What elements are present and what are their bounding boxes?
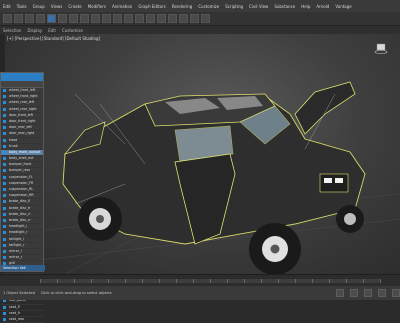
status-bar: 1 Object Selected Click or click-and-dra…: [0, 286, 400, 300]
time-slider-track[interactable]: [40, 279, 381, 283]
explorer-titlebar[interactable]: [1, 73, 43, 81]
ribbon-tab-selection[interactable]: Selection: [3, 28, 21, 33]
vehicle-model[interactable]: [5, 34, 400, 274]
menu-item-vantage[interactable]: Vantage: [335, 4, 351, 9]
main-toolbar: [0, 12, 400, 26]
explorer-item[interactable]: seat_rear: [1, 317, 43, 323]
timeline-tick: [176, 279, 177, 283]
menu-item-tools[interactable]: Tools: [17, 4, 27, 9]
redo-button[interactable]: [14, 14, 23, 23]
snap-toggle-button[interactable]: [113, 14, 122, 23]
render-button[interactable]: [201, 14, 210, 23]
menu-item-help[interactable]: Help: [301, 4, 310, 9]
orbit-button[interactable]: [392, 289, 400, 297]
select-by-name-button[interactable]: [58, 14, 67, 23]
selection-status: 1 Object Selected: [3, 291, 35, 295]
prev-frame-button[interactable]: [350, 289, 358, 297]
timeline-tick: [210, 279, 211, 283]
timeline-tick: [125, 279, 126, 283]
material-editor-button[interactable]: [179, 14, 188, 23]
prompt-hint: Click or click-and-drag to select object…: [40, 291, 112, 295]
timeline-tick: [227, 279, 228, 283]
timeline-tick: [74, 279, 75, 283]
scale-button[interactable]: [102, 14, 111, 23]
play-button[interactable]: [336, 289, 344, 297]
menu-item-substance[interactable]: Substance: [274, 4, 295, 9]
front-wheel: [249, 223, 301, 274]
move-button[interactable]: [80, 14, 89, 23]
timeline-tick: [193, 279, 194, 283]
render-setup-button[interactable]: [190, 14, 199, 23]
rear-wheel: [78, 197, 122, 241]
timeline-tick: [261, 279, 262, 283]
menu-item-graph-editors[interactable]: Graph Editors: [138, 4, 165, 9]
menu-item-arnold[interactable]: Arnold: [316, 4, 329, 9]
ribbon-tab-edit[interactable]: Edit: [48, 28, 56, 33]
timeline-tick: [329, 279, 330, 283]
ribbon-tabs: Selection Display Edit Customize: [0, 26, 400, 34]
timeline-tick: [108, 279, 109, 283]
selection-set-field[interactable]: Selection Set:: [1, 265, 45, 271]
perspective-viewport[interactable]: [+] [Perspective] [Standard] [Default Sh…: [5, 34, 400, 274]
menu-bar: Edit Tools Group Views Create Modifiers Animat…: [0, 0, 400, 12]
timeline-tick: [142, 279, 143, 283]
menu-item-edit[interactable]: Edit: [3, 4, 11, 9]
menu-item-rendering[interactable]: Rendering: [172, 4, 192, 9]
hood-open: [294, 81, 356, 135]
menu-item-civil-view[interactable]: Civil View: [249, 4, 268, 9]
menu-item-scripting[interactable]: Scripting: [225, 4, 243, 9]
timeline-tick: [295, 279, 296, 283]
timeline-tick: [278, 279, 279, 283]
curve-editor-button[interactable]: [168, 14, 177, 23]
menu-item-customize[interactable]: Customize: [198, 4, 219, 9]
timeline-tick: [363, 279, 364, 283]
timeline-tick: [57, 279, 58, 283]
align-button[interactable]: [146, 14, 155, 23]
scene-explorer-panel: wheel_front_left wheel_front_right wheel_r…: [0, 72, 45, 323]
timeline-tick: [312, 279, 313, 283]
timeline-tick: [159, 279, 160, 283]
select-region-button[interactable]: [69, 14, 78, 23]
timeline-tick: [346, 279, 347, 283]
ribbon-tab-customize[interactable]: Customize: [62, 28, 83, 33]
front-wheel-far: [336, 205, 364, 233]
menu-item-animation[interactable]: Animation: [112, 4, 132, 9]
zoom-extents-button[interactable]: [378, 289, 386, 297]
menu-item-create[interactable]: Create: [68, 4, 81, 9]
menu-item-views[interactable]: Views: [51, 4, 63, 9]
timeline-tick: [91, 279, 92, 283]
menu-item-group[interactable]: Group: [33, 4, 45, 9]
unlink-button[interactable]: [36, 14, 45, 23]
next-frame-button[interactable]: [364, 289, 372, 297]
undo-button[interactable]: [3, 14, 12, 23]
ribbon-tab-display[interactable]: Display: [27, 28, 42, 33]
rotate-button[interactable]: [91, 14, 100, 23]
angle-snap-button[interactable]: [124, 14, 133, 23]
timeline-tick: [40, 279, 41, 283]
layer-explorer-button[interactable]: [157, 14, 166, 23]
timeline-tick: [380, 279, 381, 283]
mirror-button[interactable]: [135, 14, 144, 23]
select-object-button[interactable]: [47, 14, 56, 23]
timeline-tick: [244, 279, 245, 283]
explorer-toolbar: [1, 81, 43, 88]
menu-item-modifiers[interactable]: Modifiers: [88, 4, 106, 9]
link-button[interactable]: [25, 14, 34, 23]
